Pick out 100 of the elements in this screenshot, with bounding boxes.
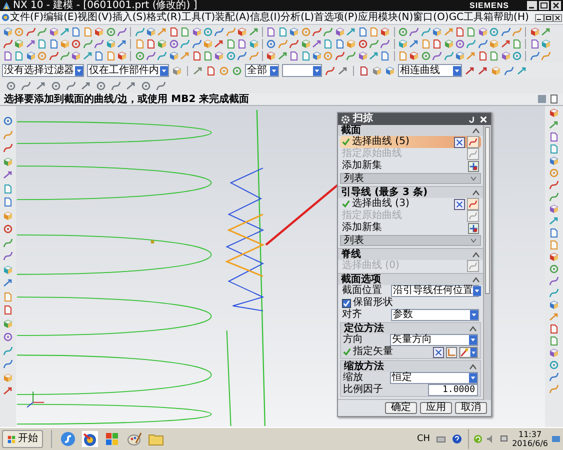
selection-row[interactable]: 选择曲线 (3)	[340, 198, 481, 210]
curve-icon[interactable]	[156, 80, 166, 90]
cube-icon[interactable]	[432, 27, 442, 37]
circle-icon[interactable]	[323, 51, 334, 61]
arrow-icon[interactable]	[549, 216, 559, 226]
sheet-icon[interactable]	[168, 27, 179, 37]
nx-logo-icon[interactable]	[1, 13, 10, 22]
dialog-button[interactable]: 确定	[385, 402, 417, 414]
paint-icon[interactable]	[126, 431, 142, 447]
circle-icon[interactable]	[549, 264, 559, 274]
option-dropdown[interactable]: 参数	[391, 309, 479, 321]
arrow-icon[interactable]	[193, 66, 203, 76]
sheet-icon[interactable]	[206, 66, 216, 76]
curve-icon[interactable]	[48, 51, 59, 61]
curve-icon[interactable]	[432, 51, 442, 61]
curve-icon[interactable]	[504, 66, 514, 76]
curve-icon[interactable]	[66, 80, 76, 90]
menu-item[interactable]: 装配(A)	[215, 12, 250, 24]
option-dropdown[interactable]: 沿引导线任何位置	[391, 285, 479, 297]
circle-icon[interactable]	[14, 27, 24, 37]
curve-icon[interactable]	[530, 51, 540, 61]
cube-icon[interactable]	[266, 51, 276, 61]
arrow-icon[interactable]	[549, 312, 559, 322]
circle-icon[interactable]	[6, 80, 16, 90]
circle-icon[interactable]	[3, 116, 13, 126]
minimize-button[interactable]	[535, 14, 544, 22]
curve-icon[interactable]	[116, 27, 127, 37]
add-set-icon[interactable]	[468, 222, 479, 234]
cube-icon[interactable]	[549, 156, 559, 166]
sheet-icon[interactable]	[134, 39, 145, 49]
cube-icon[interactable]	[237, 27, 248, 37]
curve-icon[interactable]	[226, 27, 236, 37]
curve-icon[interactable]	[94, 39, 104, 49]
cube-icon[interactable]	[3, 156, 13, 166]
cube-icon[interactable]	[60, 39, 70, 49]
cube-icon[interactable]	[300, 39, 311, 49]
sheet-icon[interactable]	[71, 27, 82, 37]
sheet-icon[interactable]	[489, 51, 500, 61]
arrow-icon[interactable]	[157, 27, 168, 37]
filter-dropdown[interactable]	[282, 64, 322, 77]
sheet-icon[interactable]	[14, 51, 24, 61]
curve-icon[interactable]	[420, 27, 431, 37]
sheet-icon[interactable]	[192, 51, 202, 61]
sheet-icon[interactable]	[358, 27, 368, 37]
nx-app-icon[interactable]	[82, 431, 98, 447]
menu-item[interactable]: 首选项(P)	[314, 12, 358, 24]
restore-button[interactable]	[544, 14, 553, 22]
circle-icon[interactable]	[106, 27, 116, 37]
curve-rule-dropdown[interactable]: 相连曲线	[398, 64, 462, 77]
curve-icon[interactable]	[60, 51, 70, 61]
cube-icon[interactable]	[3, 210, 13, 220]
curve-icon[interactable]	[21, 80, 31, 90]
circle-icon[interactable]	[300, 27, 311, 37]
arrow-icon[interactable]	[180, 51, 190, 61]
curve-icon[interactable]	[444, 51, 454, 61]
curve-icon[interactable]	[289, 39, 300, 49]
curve-icon[interactable]	[409, 27, 420, 37]
circle-icon[interactable]	[203, 27, 214, 37]
circle-icon[interactable]	[358, 39, 368, 49]
sheet-icon[interactable]	[37, 39, 48, 49]
collapse-icon[interactable]	[469, 326, 477, 332]
circle-icon[interactable]	[226, 51, 236, 61]
arrow-icon[interactable]	[81, 80, 91, 90]
sheet-icon[interactable]	[398, 51, 408, 61]
sheet-icon[interactable]	[3, 51, 13, 61]
circle-icon[interactable]	[134, 51, 145, 61]
sheet-icon[interactable]	[549, 94, 559, 104]
sheet-icon[interactable]	[106, 51, 116, 61]
arrow-icon[interactable]	[409, 39, 420, 49]
circle-icon[interactable]	[219, 66, 229, 76]
sheet-icon[interactable]	[455, 27, 466, 37]
cube-icon[interactable]	[312, 51, 322, 61]
arrow-icon[interactable]	[500, 39, 511, 49]
show-desktop-icon[interactable]	[551, 434, 561, 444]
type-filter-dropdown[interactable]: 没有选择过滤器	[2, 64, 84, 77]
arrow-icon[interactable]	[3, 386, 13, 396]
sheet-icon[interactable]	[530, 39, 540, 49]
cube-icon[interactable]	[3, 27, 13, 37]
cube-icon[interactable]	[289, 27, 300, 37]
curve-icon[interactable]	[500, 27, 511, 37]
cube-icon[interactable]	[398, 39, 408, 49]
cube-icon[interactable]	[106, 39, 116, 49]
cube-icon[interactable]	[358, 51, 368, 61]
curve-icon[interactable]	[478, 39, 488, 49]
circle-icon[interactable]	[51, 80, 61, 90]
cube-icon[interactable]	[3, 318, 13, 328]
menu-item[interactable]: 应用模块(N)	[358, 12, 414, 24]
menu-item[interactable]: 视图(V)	[78, 12, 112, 24]
curve-icon[interactable]	[334, 51, 345, 61]
menu-item[interactable]: 帮助(H)	[494, 12, 529, 24]
arrow-icon[interactable]	[26, 39, 36, 49]
circle-icon[interactable]	[3, 224, 13, 234]
close-button[interactable]	[553, 14, 562, 22]
sheet-icon[interactable]	[478, 51, 488, 61]
circle-icon[interactable]	[71, 39, 82, 49]
menu-item[interactable]: 格式(R)	[146, 12, 182, 24]
arrow-icon[interactable]	[346, 27, 356, 37]
sheet-icon[interactable]	[300, 51, 311, 61]
close-icon[interactable]	[479, 114, 488, 124]
cube-icon[interactable]	[157, 39, 168, 49]
